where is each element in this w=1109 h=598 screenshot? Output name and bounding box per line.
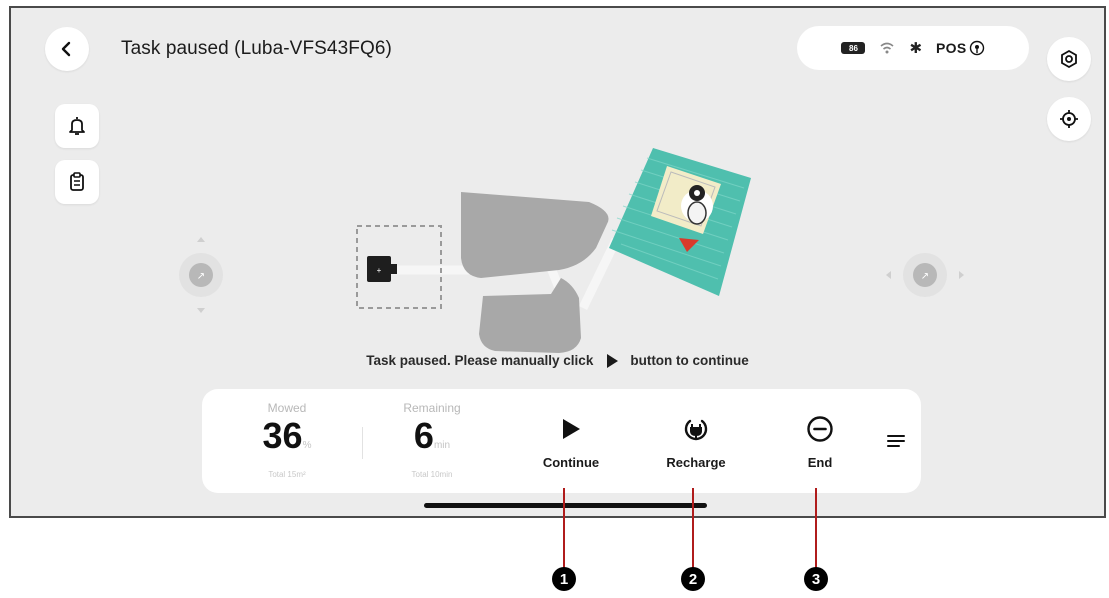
continue-button[interactable]: Continue	[526, 413, 616, 470]
right-joystick-icon: ↗	[886, 253, 964, 297]
callout-line-1	[563, 488, 565, 568]
hint-text-after: button to continue	[630, 353, 749, 368]
svg-text:↗: ↗	[921, 271, 929, 282]
clipboard-icon	[70, 172, 84, 191]
callout-line-3	[815, 488, 817, 568]
battery-icon: 86	[841, 42, 866, 54]
gear-icon	[1061, 49, 1077, 69]
locate-icon	[1060, 110, 1078, 128]
menu-icon[interactable]	[887, 433, 905, 449]
callout-1: 1	[552, 567, 576, 591]
play-icon	[563, 419, 580, 439]
remaining-unit: min	[433, 440, 451, 451]
page-title: Task paused (Luba-VFS43FQ6)	[121, 38, 392, 59]
remaining-total: Total 10min	[411, 470, 453, 479]
mowed-stat: Mowed 36% Total 15m²	[242, 401, 332, 479]
play-icon	[607, 353, 619, 368]
locate-button[interactable]	[1047, 97, 1091, 141]
zone-area-2	[479, 278, 581, 353]
svg-text:+: +	[377, 266, 382, 275]
remaining-stat: Remaining 6min Total 10min	[382, 401, 482, 479]
bluetooth-icon: ✱	[909, 40, 923, 57]
end-button[interactable]: End	[775, 413, 865, 470]
charge-icon	[684, 419, 708, 441]
back-button[interactable]	[45, 27, 89, 71]
task-control-panel: Mowed 36% Total 15m² Remaining 6min Tota…	[202, 389, 921, 493]
charging-dock-icon: +	[367, 256, 397, 282]
task-log-button[interactable]	[55, 160, 99, 204]
zone-area-active	[609, 148, 751, 296]
remaining-label: Remaining	[403, 401, 461, 415]
recharge-label: Recharge	[666, 455, 726, 470]
end-label: End	[807, 455, 833, 470]
continue-label: Continue	[542, 455, 600, 470]
home-indicator	[424, 503, 707, 508]
pause-hint: Task paused. Please manually click butto…	[11, 353, 1104, 368]
recharge-button[interactable]: Recharge	[651, 413, 741, 470]
stop-circle-icon	[807, 416, 833, 442]
stat-divider	[362, 427, 363, 459]
mowed-unit: %	[302, 440, 312, 451]
hint-text-before: Task paused. Please manually click	[366, 353, 594, 368]
chevron-left-icon	[61, 41, 71, 57]
svg-text:↗: ↗	[197, 271, 205, 282]
remaining-value: 6	[413, 415, 434, 456]
bell-icon	[69, 117, 85, 135]
mowed-label: Mowed	[267, 401, 307, 415]
settings-button[interactable]	[1047, 37, 1091, 81]
mowed-value: 36	[262, 415, 303, 456]
callout-3: 3	[804, 567, 828, 591]
status-pill[interactable]: 86 ✱ POS	[797, 26, 1029, 70]
zone-area-1	[461, 192, 609, 278]
notifications-button[interactable]	[55, 104, 99, 148]
mowed-total: Total 15m²	[268, 470, 306, 479]
left-joystick-icon: ↗	[179, 237, 223, 313]
callout-line-2	[692, 488, 694, 568]
rtk-signal-icon	[969, 40, 984, 56]
app-screen: + ↗ ↗ Task paused (Luba-VFS43FQ6) 86 ✱ P…	[9, 6, 1106, 518]
callout-2: 2	[681, 567, 705, 591]
pos-label: POS	[936, 40, 967, 56]
wifi-icon	[880, 42, 894, 54]
